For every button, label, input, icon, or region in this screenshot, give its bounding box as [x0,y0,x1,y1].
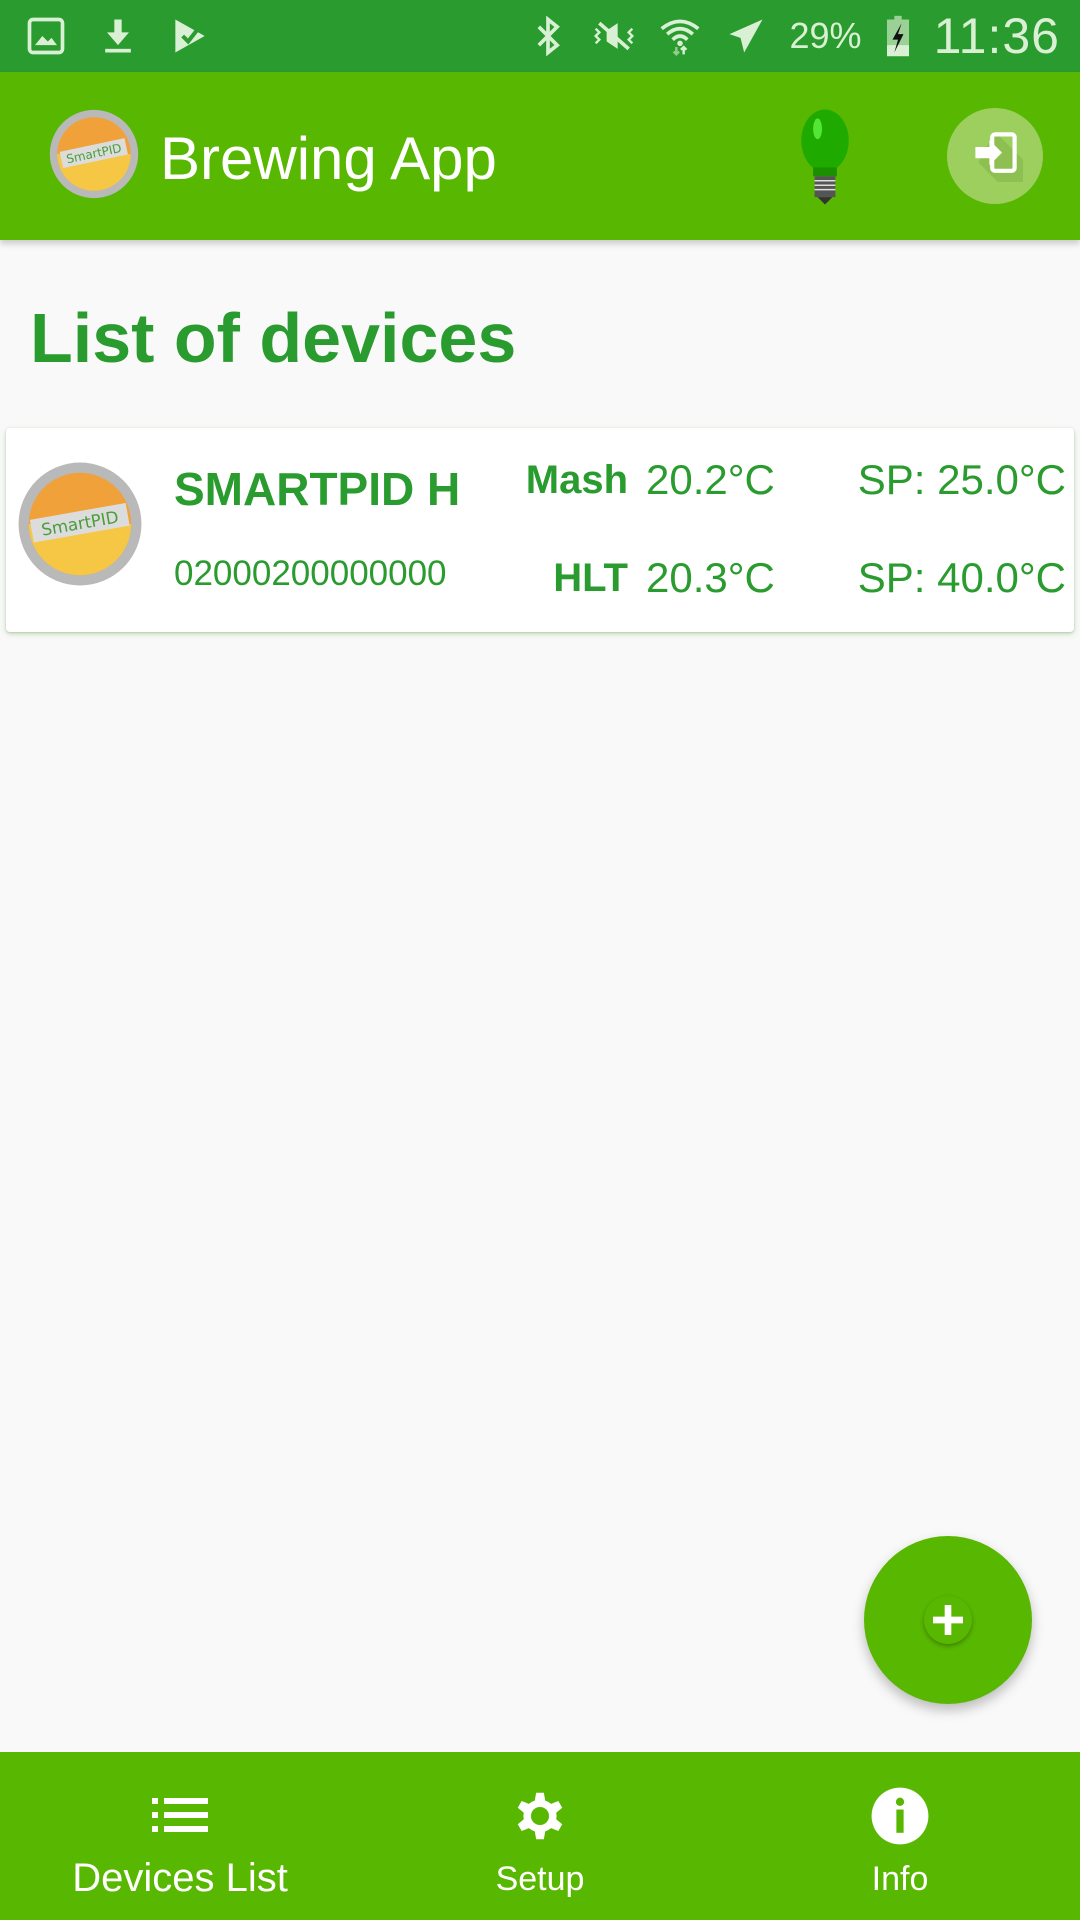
gear-icon [508,1784,572,1848]
page-title: List of devices [30,299,517,377]
nav-label-info: Info [871,1860,929,1898]
hlt-label: HLT [553,556,628,600]
nav-item-setup[interactable]: Setup [360,1752,720,1920]
device-id: 02000200000000 [174,554,447,593]
app-logo-icon: SmartPID [48,108,140,200]
wifi-icon [658,14,702,58]
login-button[interactable] [947,108,1043,204]
light-bulb-icon[interactable] [795,108,855,206]
info-icon [868,1784,932,1848]
play-store-check-icon [168,14,212,58]
plus-icon [924,1596,972,1644]
bottom-navigation: Devices List Setup Info [0,1752,1080,1920]
battery-percent: 29% [789,15,862,56]
app-bar: SmartPID Brewing App [0,72,1080,240]
clock: 11:36 [933,8,1060,64]
mash-temperature: 20.2°C [646,456,775,503]
battery-charging-icon [884,14,912,58]
device-name: SMARTPID H [174,463,461,515]
airplane-mode-icon [724,14,768,58]
nav-item-devices-list[interactable]: Devices List [0,1752,360,1920]
bluetooth-icon [526,14,570,58]
device-logo-icon: SmartPID [16,460,144,588]
hlt-setpoint: SP: 40.0°C [857,554,1066,601]
device-card[interactable]: SmartPID SMARTPID H 02000200000000 Mash … [6,428,1074,632]
status-bar: 29% 11:36 [0,0,1080,72]
vibrate-mute-icon [592,14,636,58]
nav-label-devices-list: Devices List [72,1856,288,1900]
app-title: Brewing App [160,125,497,192]
hlt-temperature: 20.3°C [646,554,775,601]
add-device-button[interactable] [864,1536,1032,1704]
gallery-icon [24,14,68,58]
mash-setpoint: SP: 25.0°C [857,456,1066,503]
mash-label: Mash [525,458,628,502]
login-icon [967,126,1023,187]
list-icon [148,1784,212,1848]
nav-label-setup: Setup [495,1860,585,1898]
download-icon [96,14,140,58]
nav-item-info[interactable]: Info [720,1752,1080,1920]
